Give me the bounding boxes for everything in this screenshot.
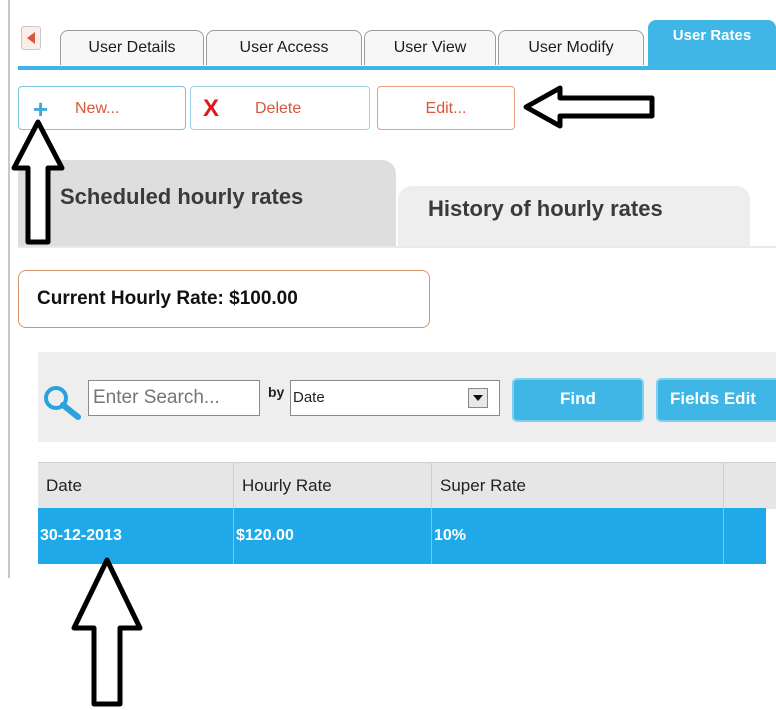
back-button[interactable] [21, 26, 41, 50]
sub-tab-divider [18, 246, 776, 248]
edit-button[interactable]: Edit... [377, 86, 515, 130]
column-header-date[interactable]: Date [38, 463, 234, 509]
tab-scheduled-hourly-rates[interactable]: Scheduled hourly rates [18, 160, 396, 246]
search-input[interactable] [88, 380, 260, 416]
new-button-label: New... [75, 100, 120, 117]
column-header-super-rate[interactable]: Super Rate [432, 463, 724, 509]
tab-user-rates[interactable]: User Rates [648, 20, 776, 69]
find-button[interactable]: Find [512, 378, 644, 422]
window-left-border [8, 0, 10, 578]
delete-button-label: Delete [255, 100, 302, 117]
annotation-arrow-left [523, 85, 655, 129]
table-row[interactable]: 30-12-2013 $120.00 10% [38, 508, 766, 564]
tab-history-label: History of hourly rates [428, 196, 663, 221]
tab-user-details[interactable]: User Details [60, 30, 204, 65]
tab-user-modify[interactable]: User Modify [498, 30, 644, 65]
current-hourly-rate: Current Hourly Rate: $100.00 [18, 270, 430, 328]
tab-underline [18, 66, 776, 70]
search-field-value: Date [293, 389, 325, 406]
table-header: Date Hourly Rate Super Rate [38, 462, 776, 509]
cell-super-rate: 10% [432, 508, 724, 564]
tab-scheduled-label: Scheduled hourly rates [60, 184, 304, 209]
left-arrow-icon [27, 32, 35, 44]
dropdown-button[interactable] [468, 388, 488, 408]
tab-history-hourly-rates[interactable]: History of hourly rates [398, 186, 750, 246]
annotation-arrow-up-new [11, 119, 65, 245]
chevron-down-icon [473, 395, 483, 401]
tab-user-access[interactable]: User Access [206, 30, 362, 65]
fields-edit-button[interactable]: Fields Edit [656, 378, 776, 422]
column-header-hourly-rate[interactable]: Hourly Rate [234, 463, 432, 509]
delete-button[interactable]: X Delete [190, 86, 370, 130]
annotation-arrow-up-row [71, 557, 143, 707]
search-by-label: by [268, 384, 285, 400]
search-icon[interactable] [42, 384, 82, 420]
tab-user-view[interactable]: User View [364, 30, 496, 65]
x-icon: X [203, 95, 220, 122]
cell-hourly-rate: $120.00 [234, 508, 432, 564]
